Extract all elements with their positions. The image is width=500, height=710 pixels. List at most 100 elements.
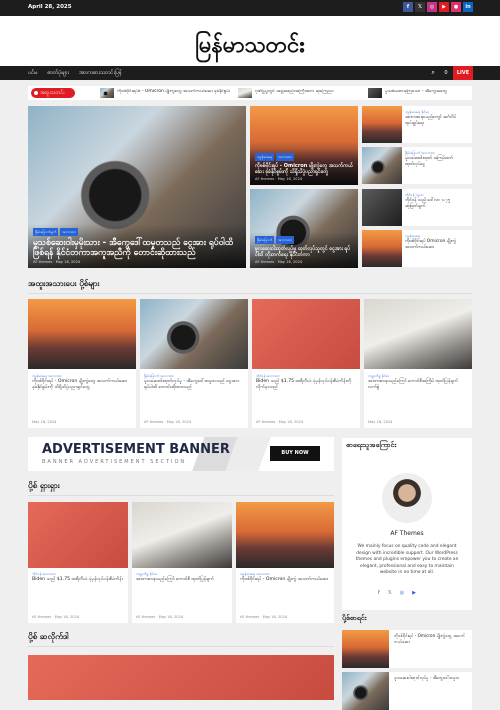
- must-read-card[interactable]: ကမ္ဘာကိစ္စ ခိုင်မာ အားကစားနာမည်ကြော် ကော…: [132, 502, 232, 623]
- youtube-icon[interactable]: ▶: [439, 2, 449, 12]
- ticker-item[interactable]: ဂုဏ်ပြုပွဲတွင် အဖွဲ့အစည်းအကြီးအကဲ ဆုကြေည…: [238, 88, 363, 98]
- article-author[interactable]: AF themes: [256, 420, 275, 424]
- ad-subtitle: BANNER ADVERTISEMENT SECTION: [42, 459, 187, 465]
- featured-article-card[interactable]: ခြိမ်းခြောက် အားကစား မူလဆေးဝါးထုတ်လုပ်မှ…: [140, 299, 248, 428]
- section-title-must-read: ပို့စ် ရှားရှား: [28, 480, 334, 496]
- site-logo[interactable]: မြန်မာသတင်း: [0, 30, 500, 63]
- hero-mid-article[interactable]: ခြိမ်းခြောက် အားကစား မူလဆေးဝါးထုတ်လုပ်မှု…: [250, 189, 358, 268]
- category-tag[interactable]: အားကစား: [276, 153, 294, 161]
- latest-post-item[interactable]: မူလဆေးဝါးထုတ်လုပ်မှု - အီကွေဒေါ်ထမှုတ: [342, 672, 472, 710]
- article-author[interactable]: AF themes: [255, 260, 274, 264]
- article-title[interactable]: အားကစားနာမည်ကျော် အင်္ဂလိပ် အုပ်ချုပ်ရေး: [405, 115, 469, 126]
- article-author[interactable]: AF themes: [240, 615, 259, 619]
- search-icon[interactable]: ⌕: [426, 66, 440, 80]
- category-tag[interactable]: အားကစား: [60, 228, 78, 236]
- watch-count[interactable]: 0: [440, 66, 452, 80]
- article-date: May 16, 2024: [277, 260, 303, 264]
- section-title-popular: အထူးအသားပေး ပို့စ်များ: [28, 278, 472, 294]
- article-title[interactable]: မူလဆေးဝါးထုတ် အကြမ်းဖက် ထုတ်လုပ်ငွေ: [405, 156, 469, 167]
- x-icon[interactable]: 𝕏: [388, 590, 392, 596]
- linkedin-icon[interactable]: in: [463, 2, 473, 12]
- article-title[interactable]: မူလဆေးဝါးထုတ်လုပ်မှု - အီကွေဒေါ်ထမှုတ: [394, 675, 470, 681]
- side-list-item[interactable]: ကျန်းမာရေး ခိုင်မာ အားကစားနာမည်ကျော် အင်…: [362, 106, 472, 143]
- slider-article-image[interactable]: [28, 655, 334, 700]
- date-text: April 28, 2025: [28, 4, 72, 10]
- ticker-item[interactable]: ကိုဗစ်ဗိုင်းရပ်စ် - Omicron မျိုးကွဲတွေ …: [100, 88, 230, 98]
- x-icon[interactable]: 𝕏: [415, 2, 425, 12]
- article-image: [132, 502, 232, 568]
- ticker-thumb: [368, 88, 382, 98]
- article-thumb: [362, 189, 402, 226]
- article-title[interactable]: အားကစားနာမည်ကြော် ကောင်စီအကြိမ် ထုတ်ပြန်…: [368, 379, 468, 391]
- section-title-slider: ပို့စ် ဆလိုက်ဒါ: [28, 631, 334, 647]
- category-tag[interactable]: ခြိမ်းခြောက်ချက်: [33, 228, 59, 236]
- must-read-card[interactable]: ဘိုင်ဒန် အားကစား Biden သည် $1.75 ထရီလီယံ…: [28, 502, 128, 623]
- article-date: May 16, 2024: [54, 615, 80, 619]
- featured-article-card[interactable]: ဘိုင်ဒန် အားကစား Biden သည် $1.75 ထရီလီယံ…: [252, 299, 360, 428]
- article-title[interactable]: ဘိုင်ဒန် သည် ဒေါ်လာ ၁.၇၅ ဆုံးဖြတ်ချက်: [405, 198, 469, 209]
- facebook-icon[interactable]: f: [378, 590, 380, 596]
- article-date: May 16, 2024: [55, 260, 81, 264]
- article-author[interactable]: AF themes: [32, 615, 51, 619]
- nav-item-sports[interactable]: အားကစားသတင်းပြန်: [79, 69, 122, 77]
- hero-main-article[interactable]: ခြိမ်းခြောက်ချက် အားကစား မှုသစ်ဆေးဝါးမှမိ…: [28, 106, 246, 268]
- article-title[interactable]: ကိုဗစ်ဗိုင်းရပ် - Omicron မျိုးကွဲတွေ အသ…: [394, 633, 470, 644]
- breaking-news-label: အထူးသတင်း: [31, 88, 75, 98]
- article-title[interactable]: ကိုဗစ်ဗိုင်းရပ် - Omicron မျိုးကွဲတွေ အသ…: [32, 379, 132, 391]
- breaking-news-ticker: အထူးသတင်း ကိုဗစ်ဗိုင်းရပ်စ် - Omicron မျ…: [28, 86, 472, 100]
- article-date: May 16, 2024: [368, 420, 393, 424]
- must-read-card[interactable]: ကျန်းမာရေး အားကစား ကိုဗစ်ဗိုင်းရပ် - Omi…: [236, 502, 334, 623]
- top-bar: April 28, 2025 f 𝕏 ◎ ▶ ● in: [0, 0, 500, 16]
- article-date: May 16, 2024: [278, 420, 304, 424]
- article-thumb: [342, 672, 389, 710]
- latest-posts-heading: ပို့စ်စာရင်း: [342, 614, 367, 622]
- article-title[interactable]: ကိုဗစ်ဗိုင်းရပ် Omicron မျိုးကွဲ အသက်ကယ်…: [405, 239, 469, 250]
- article-title[interactable]: အားကစားနာမည်ကြော် ကောင်စီ ထုတ်ပြန်ချက်: [136, 577, 230, 583]
- category-tag[interactable]: ခြိမ်းခြောက်: [255, 236, 275, 244]
- author-name[interactable]: AF Themes: [342, 530, 472, 537]
- article-author[interactable]: AF themes: [33, 260, 52, 264]
- article-thumb: [362, 147, 402, 184]
- article-image: [28, 502, 128, 568]
- article-title[interactable]: မှုသစ်ဆေးဝါးမှမိုးသား - အီကွေဒေါ်ထမှုတသည…: [33, 238, 241, 258]
- article-title[interactable]: ကိုဗစ်ဗိုင်းရပ် - Omicron မျိုးကွဲတွေ အသ…: [255, 163, 353, 175]
- live-button[interactable]: LIVE: [453, 66, 473, 80]
- flickr-icon[interactable]: ●: [451, 2, 461, 12]
- buy-now-button[interactable]: BUY NOW: [270, 446, 320, 461]
- article-title[interactable]: Biden သည် $1.75 ထရီလီယံ ပုံမှန်လုပ်ငန်းစ…: [256, 379, 356, 391]
- article-thumb: [342, 630, 389, 668]
- article-title[interactable]: မူလဆေးဝါးထုတ်လုပ်မှု - အီကွေဒေါ်ထမှုတသည်…: [144, 379, 244, 391]
- article-date: May 16, 2024: [277, 177, 303, 181]
- featured-article-card[interactable]: ကျန်းမာရေး အားကစား ကိုဗစ်ဗိုင်းရပ် - Omi…: [28, 299, 136, 428]
- article-title[interactable]: Biden သည် $1.75 ထရီလီယံ ပုံမှန်လုပ်ငန်းစ…: [32, 577, 126, 583]
- author-avatar: [382, 473, 432, 523]
- category-tag[interactable]: အားကစား: [276, 236, 294, 244]
- article-author[interactable]: AF themes: [136, 615, 155, 619]
- article-title[interactable]: ကိုဗစ်ဗိုင်းရပ် - Omicron မျိုးကွဲ အသက်က…: [240, 577, 334, 583]
- category-tag[interactable]: ကျန်းမာရေး: [255, 153, 275, 161]
- ticker-thumb: [238, 88, 252, 98]
- nav-item-photos[interactable]: ဓာတ်ပုံများ: [47, 69, 69, 77]
- youtube-icon[interactable]: ▶: [412, 590, 416, 596]
- article-image: [28, 299, 136, 369]
- nav-item-home[interactable]: ပင်မ: [28, 69, 37, 77]
- instagram-icon[interactable]: ◎: [400, 590, 404, 596]
- ticker-item[interactable]: မှုသစ်မထားခဲ့ကြသော - အီကွေအတွေ: [368, 88, 472, 98]
- article-author[interactable]: AF themes: [144, 420, 163, 424]
- article-title[interactable]: မူလဆေးဝါးထုတ်လုပ်မှု ထုတ်လုပ်သူတွင် ငွေအ…: [255, 246, 353, 258]
- side-list-item[interactable]: ခြိမ်းခြောက် အားကစား မူလဆေးဝါးထုတ် အကြမ်…: [362, 147, 472, 184]
- facebook-icon[interactable]: f: [403, 2, 413, 12]
- article-image: [236, 502, 334, 568]
- side-list-item[interactable]: ဘိုင်ဒန် ဘူ့လာ ဘိုင်ဒန် သည် ဒေါ်လာ ၁.၇၅ …: [362, 189, 472, 226]
- author-widget: စာရေးသူအကြောင်း AF Themes We mainly focu…: [342, 438, 472, 610]
- hero-mid-article[interactable]: ကျန်းမာရေး အားကစား ကိုဗစ်ဗိုင်းရပ် - Omic…: [250, 106, 358, 185]
- ad-title: ADVERTISEMENT BANNER: [42, 442, 230, 457]
- featured-article-card[interactable]: ကမ္ဘာကိစ္စ ခိုင်မာ အားကစားနာမည်ကြော် ကော…: [364, 299, 472, 428]
- ticker-thumb: [100, 88, 114, 98]
- author-bio: We mainly focus on quality code and eleg…: [355, 544, 459, 575]
- article-author[interactable]: AF themes: [255, 177, 274, 181]
- advertisement-banner[interactable]: ADVERTISEMENT BANNER BANNER ADVERTISEMEN…: [28, 437, 334, 471]
- side-list-item[interactable]: ကျန်းမာရေး ကိုဗစ်ဗိုင်းရပ် Omicron မျိုး…: [362, 230, 472, 267]
- latest-post-item[interactable]: ကိုဗစ်ဗိုင်းရပ် - Omicron မျိုးကွဲတွေ အသ…: [342, 630, 472, 668]
- instagram-icon[interactable]: ◎: [427, 2, 437, 12]
